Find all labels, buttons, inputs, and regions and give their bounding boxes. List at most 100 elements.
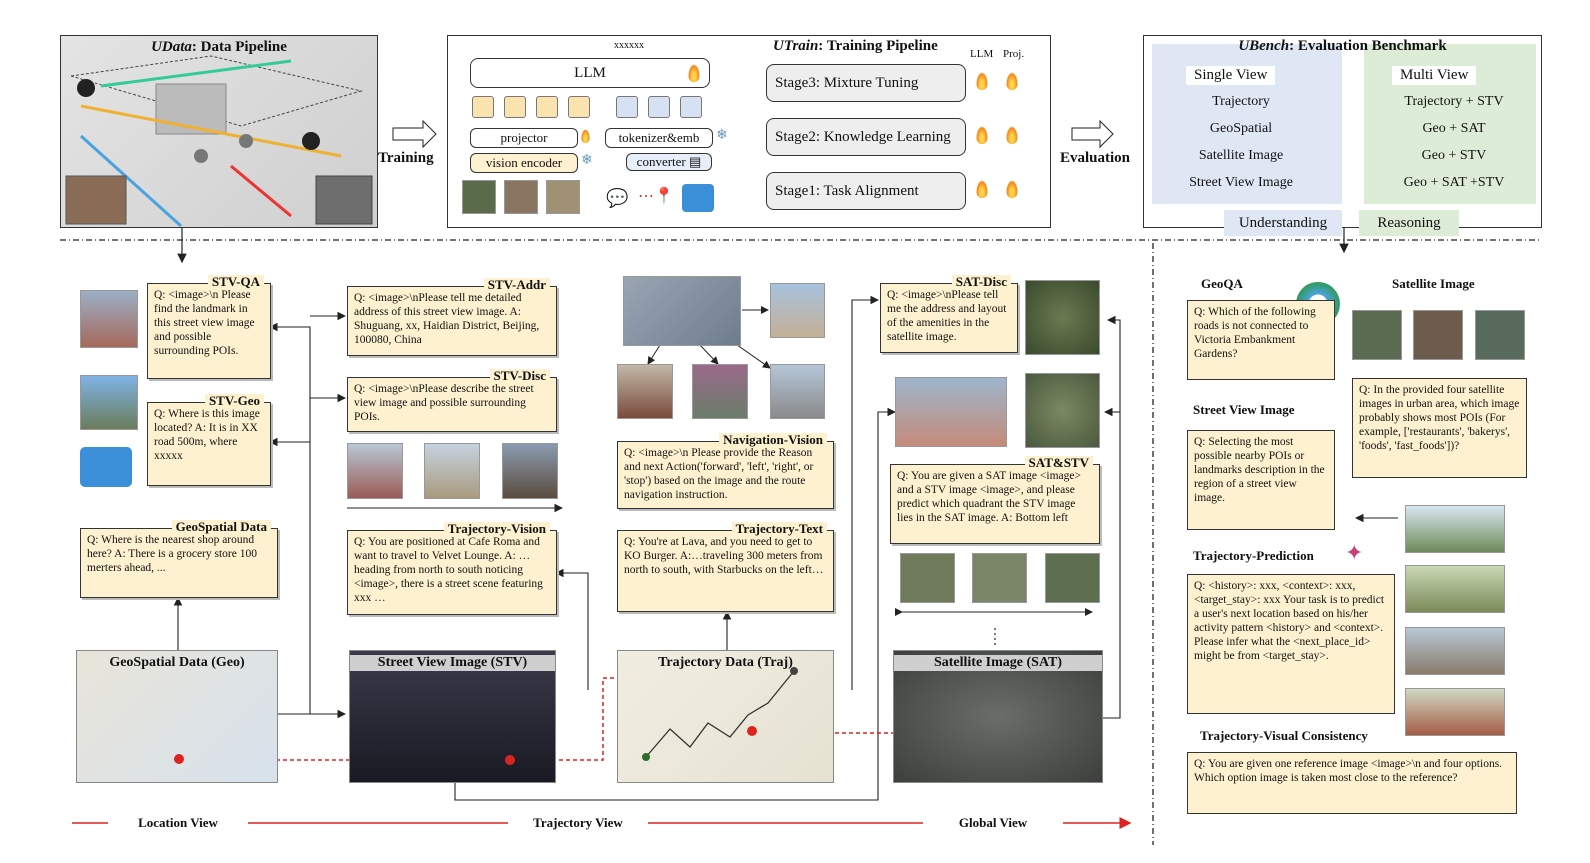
stv-addr-title: STV-Addr — [483, 278, 550, 292]
training-label: Training — [378, 150, 434, 166]
proj-col-label: Proj. — [1003, 48, 1025, 60]
geoqa-note: Q: Which of the following roads is not c… — [1187, 300, 1335, 380]
multi-item-traj-stv: Trajectory + STV — [1404, 94, 1504, 109]
flame-icon — [976, 72, 988, 90]
single-item-geospatial: GeoSpatial — [1209, 121, 1273, 136]
satellite-photo — [1045, 553, 1100, 603]
snowflake-icon: ❄ — [581, 153, 593, 168]
multi-view-header: Multi View — [1392, 66, 1477, 85]
udata-panel: UData: Data Pipeline — [60, 35, 378, 228]
ubench-title: UBench: Evaluation Benchmark — [1238, 38, 1447, 54]
stv-addr-note: STV-Addr Q: <image>\nPlease tell me detai… — [347, 278, 557, 356]
token-tile — [616, 96, 638, 118]
token-tile — [536, 96, 558, 118]
flame-icon — [976, 126, 988, 144]
projector-block: projector — [470, 128, 578, 148]
map-icon — [682, 184, 714, 212]
token-tile — [568, 96, 590, 118]
utrain-panel: UTrain: Training Pipeline xxxxxx LLM pro… — [447, 35, 1051, 228]
location-view-label: Location View — [108, 812, 248, 834]
street-photo — [895, 377, 1007, 447]
location-marker — [174, 754, 184, 764]
satellite-photo — [1025, 373, 1100, 448]
satellite-photo — [900, 553, 955, 603]
tokenizer-block: tokenizer&emb — [605, 128, 713, 148]
stv-qa-title: STV-QA — [207, 275, 264, 289]
trajectory-visual-consistency-note: Q: You are given one reference image <im… — [1187, 752, 1517, 814]
satellite-photo — [1352, 310, 1402, 360]
input-street-photo — [546, 180, 580, 214]
trajectory-vision-title: Trajectory-Vision — [443, 522, 550, 536]
street-view-note: Q: Selecting the most possible nearby PO… — [1187, 430, 1335, 530]
satellite-photo — [972, 553, 1027, 603]
multi-item-geo-stv: Geo + STV — [1421, 148, 1487, 163]
sat-stv-note: SAT&STV Q: You are given a SAT image <ima… — [890, 456, 1100, 544]
reasoning-tag: Reasoning — [1359, 210, 1459, 236]
navigation-map-photo — [623, 276, 741, 346]
multi-item-geo-sat: Geo + SAT — [1422, 121, 1486, 136]
xxx-output: xxxxxx — [614, 40, 644, 51]
evaluation-label: Evaluation — [1060, 150, 1131, 166]
trajectory-prediction-title: Trajectory-Prediction — [1187, 546, 1320, 566]
multi-item-geo-sat-stv: Geo + SAT +STV — [1403, 175, 1505, 190]
token-tile — [648, 96, 670, 118]
llm-block: LLM — [470, 58, 710, 88]
snowflake-icon: ❄ — [716, 128, 728, 143]
sat-source-panel: Satellite Image (SAT) — [893, 650, 1103, 783]
street-photo — [347, 443, 403, 499]
geo-source-panel: GeoSpatial Data (Geo) — [76, 650, 278, 783]
street-view-title: Street View Image — [1187, 400, 1301, 420]
ubench-panel: UBench: Evaluation Benchmark Single View… — [1143, 35, 1542, 236]
flame-icon — [581, 129, 590, 143]
chat-icon: 💬 — [606, 188, 629, 208]
street-photo — [80, 290, 138, 348]
flame-icon — [976, 180, 988, 198]
single-item-trajectory: Trajectory — [1212, 94, 1270, 109]
token-tile — [472, 96, 494, 118]
stv-disc-note: STV-Disc Q: <image>\nPlease describe the … — [347, 369, 557, 432]
sat-disc-title: SAT-Disc — [951, 275, 1011, 289]
trajectory-text-title: Trajectory-Text — [731, 522, 827, 536]
street-photo — [424, 443, 480, 499]
trajectory-text-note: Trajectory-Text Q: You're at Lava, and yo… — [617, 522, 834, 612]
navigation-vision-title: Navigation-Vision — [719, 433, 827, 447]
sat-source-title: Satellite Image (SAT) — [894, 655, 1102, 671]
stv-qa-note: STV-QA Q: <image>\n Please find the landm… — [147, 275, 271, 379]
geospatial-data-note: GeoSpatial Data Q: Where is the nearest s… — [80, 520, 278, 598]
street-photo — [770, 283, 825, 338]
city-map-illustration — [65, 55, 373, 228]
street-photo — [692, 364, 748, 419]
flame-icon — [1006, 72, 1018, 90]
trajectory-view-label: Trajectory View — [508, 812, 648, 834]
street-photo — [1405, 688, 1505, 736]
input-satellite-photo — [462, 180, 496, 214]
street-photo — [1405, 565, 1505, 613]
street-photo — [502, 443, 558, 499]
geospatial-data-title: GeoSpatial Data — [171, 520, 271, 534]
single-item-street-view: Street View Image — [1189, 175, 1293, 190]
geo-source-title: GeoSpatial Data (Geo) — [109, 655, 245, 670]
satellite-photo — [1025, 280, 1100, 355]
street-photo — [1405, 505, 1505, 553]
trajectory-vision-note: Trajectory-Vision Q: You are positioned a… — [347, 522, 557, 615]
llm-col-label: LLM — [970, 48, 994, 60]
street-photo — [80, 375, 138, 430]
satellite-image-note: Q: In the provided four satellite images… — [1352, 378, 1527, 478]
single-item-satellite: Satellite Image — [1198, 148, 1284, 163]
utrain-title: UTrain: Training Pipeline — [773, 38, 938, 54]
stv-geo-title: STV-Geo — [204, 394, 264, 408]
token-tile — [504, 96, 526, 118]
map-pin-icon — [80, 447, 132, 487]
stv-disc-title: STV-Disc — [489, 369, 550, 383]
trajectory-prediction-note: Q: <history>: xxx, <context>: xxx, <targ… — [1187, 574, 1395, 714]
flame-icon — [1006, 180, 1018, 198]
single-view-header: Single View — [1186, 66, 1276, 85]
route-icon: ✦ — [1345, 540, 1364, 565]
navigation-vision-note: Navigation-Vision Q: <image>\n Please pro… — [617, 433, 834, 509]
street-photo — [617, 364, 673, 419]
route-pin-icon: ⋯📍 — [638, 188, 674, 205]
trajectory-visual-consistency-title: Trajectory-Visual Consistency — [1200, 728, 1368, 743]
stv-source-panel: Street View Image (STV) — [349, 650, 556, 783]
geoqa-title: GeoQA — [1185, 274, 1259, 294]
flame-icon — [688, 64, 700, 82]
